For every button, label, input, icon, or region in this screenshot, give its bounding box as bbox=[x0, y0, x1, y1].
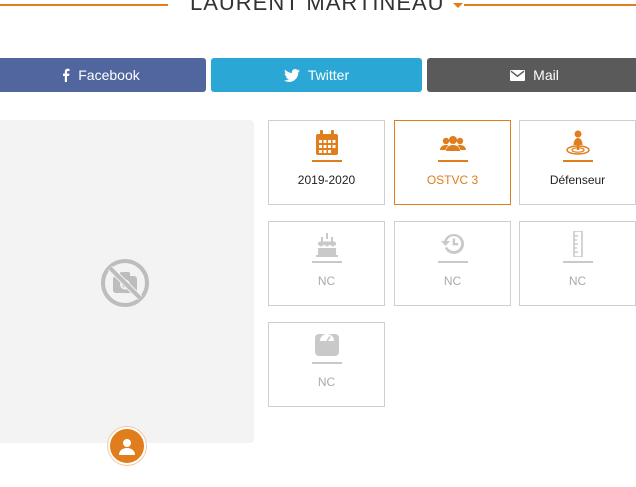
birthday-cake-icon bbox=[315, 233, 338, 257]
card-divider bbox=[438, 160, 468, 162]
share-facebook-label: Facebook bbox=[78, 67, 140, 83]
card-divider bbox=[438, 261, 468, 263]
position-value: Défenseur bbox=[549, 173, 606, 187]
player-profile-button[interactable] bbox=[108, 427, 146, 465]
position-marker-icon bbox=[565, 130, 590, 155]
card-divider bbox=[312, 160, 342, 162]
team-value: OSTVC 3 bbox=[426, 173, 479, 187]
chevron-down-icon[interactable] bbox=[452, 2, 463, 8]
stat-card-team[interactable]: OSTVC 3 bbox=[394, 120, 511, 205]
twitter-icon bbox=[283, 68, 300, 82]
stat-card-weight: NC bbox=[268, 322, 385, 407]
header-line-right bbox=[464, 4, 636, 6]
share-mail-button[interactable]: Mail bbox=[427, 58, 636, 92]
card-divider bbox=[312, 261, 342, 263]
share-twitter-button[interactable]: Twitter bbox=[211, 58, 422, 92]
share-mail-label: Mail bbox=[533, 67, 559, 83]
player-header[interactable]: LAURENT MARTINEAU bbox=[190, 0, 463, 16]
no-photo-icon bbox=[101, 259, 149, 307]
team-icon bbox=[439, 136, 466, 151]
user-icon bbox=[119, 438, 135, 455]
stat-card-height: NC bbox=[519, 221, 636, 306]
card-divider bbox=[312, 362, 342, 364]
stat-card-season: 2019-2020 bbox=[268, 120, 385, 205]
player-name: LAURENT MARTINEAU bbox=[190, 0, 445, 15]
facebook-icon bbox=[63, 68, 70, 82]
stat-card-position: Défenseur bbox=[519, 120, 636, 205]
share-twitter-label: Twitter bbox=[307, 67, 350, 83]
weight-value: NC bbox=[317, 375, 336, 389]
history-icon bbox=[440, 233, 464, 254]
card-divider bbox=[563, 261, 593, 263]
share-facebook-button[interactable]: Facebook bbox=[0, 58, 206, 92]
card-divider bbox=[563, 160, 593, 162]
mail-icon bbox=[510, 69, 526, 81]
calendar-icon bbox=[315, 130, 338, 155]
age-value: NC bbox=[317, 274, 336, 288]
stat-card-age: NC bbox=[268, 221, 385, 306]
stat-card-experience: NC bbox=[394, 221, 511, 306]
height-value: NC bbox=[568, 274, 587, 288]
scale-icon bbox=[314, 334, 339, 356]
season-value: 2019-2020 bbox=[297, 173, 356, 187]
experience-value: NC bbox=[443, 274, 462, 288]
ruler-icon bbox=[572, 231, 583, 257]
header-line-left bbox=[0, 4, 168, 6]
